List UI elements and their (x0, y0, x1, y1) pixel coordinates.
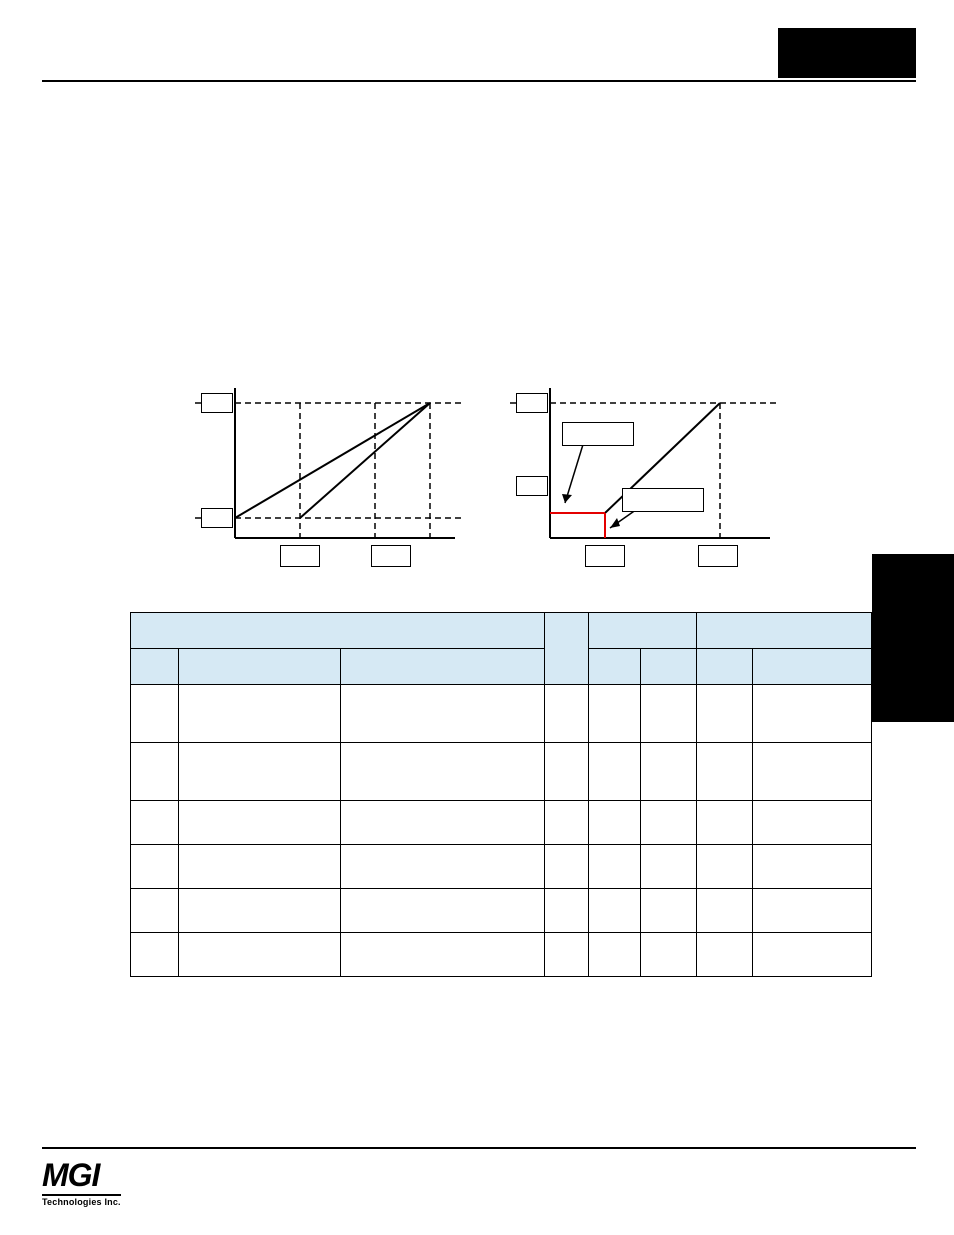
label-box-y-bottom (201, 508, 233, 528)
cell-min (589, 845, 641, 889)
cell-min (589, 933, 641, 977)
label-box-x1 (280, 545, 320, 567)
brand-logo-subtext: Technologies Inc. (42, 1194, 121, 1207)
cell-unit (545, 889, 589, 933)
th-parameter (131, 613, 545, 649)
cell-def (641, 845, 697, 889)
cell-max (697, 889, 753, 933)
cell-max (697, 685, 753, 743)
cell-set (753, 801, 872, 845)
cell-min (589, 743, 641, 801)
cell-no (131, 743, 179, 801)
cell-desc (341, 845, 545, 889)
table-row (131, 685, 872, 743)
table-row (131, 743, 872, 801)
cell-desc (341, 933, 545, 977)
callout-box-1 (562, 422, 634, 446)
cell-name (179, 889, 341, 933)
cell-name (179, 933, 341, 977)
th-range (589, 613, 697, 649)
th-name (179, 649, 341, 685)
cell-desc (341, 685, 545, 743)
callout-box-2 (622, 488, 704, 512)
cell-no (131, 685, 179, 743)
cell-unit (545, 801, 589, 845)
cell-desc (341, 889, 545, 933)
table-row (131, 933, 872, 977)
cell-min (589, 889, 641, 933)
diagram-left (195, 378, 465, 568)
th-min (589, 649, 641, 685)
label-box-y-mid-r (516, 476, 548, 496)
cell-set (753, 743, 872, 801)
th-desc (341, 649, 545, 685)
th-def (641, 649, 697, 685)
cell-def (641, 801, 697, 845)
cell-no (131, 801, 179, 845)
table-row (131, 889, 872, 933)
brand-logo: MGI Technologies Inc. (42, 1157, 121, 1207)
cell-unit (545, 743, 589, 801)
header-black-box (778, 28, 916, 78)
cell-no (131, 933, 179, 977)
cell-min (589, 801, 641, 845)
label-box-y-top (201, 393, 233, 413)
cell-max (697, 801, 753, 845)
cell-unit (545, 845, 589, 889)
cell-def (641, 685, 697, 743)
cell-min (589, 685, 641, 743)
cell-name (179, 685, 341, 743)
cell-unit (545, 685, 589, 743)
table-row (131, 801, 872, 845)
label-box-y-top-r (516, 393, 548, 413)
diagram-right (510, 378, 780, 568)
cell-max (697, 933, 753, 977)
th-setting (697, 613, 872, 649)
table-row (131, 845, 872, 889)
cell-unit (545, 933, 589, 977)
th-max (697, 649, 753, 685)
th-set (753, 649, 872, 685)
cell-desc (341, 801, 545, 845)
header-rule (42, 80, 916, 82)
cell-set (753, 933, 872, 977)
cell-no (131, 889, 179, 933)
footer-rule (42, 1147, 916, 1149)
cell-max (697, 743, 753, 801)
brand-logo-text: MGI (42, 1157, 121, 1194)
cell-desc (341, 743, 545, 801)
cell-set (753, 845, 872, 889)
cell-name (179, 801, 341, 845)
label-box-x2-r (698, 545, 738, 567)
cell-name (179, 743, 341, 801)
label-box-x1-r (585, 545, 625, 567)
cell-max (697, 845, 753, 889)
side-tab-black-box (872, 554, 954, 722)
cell-set (753, 685, 872, 743)
cell-name (179, 845, 341, 889)
cell-def (641, 743, 697, 801)
cell-set (753, 889, 872, 933)
cell-def (641, 933, 697, 977)
th-no (131, 649, 179, 685)
label-box-x2 (371, 545, 411, 567)
parameter-table (130, 612, 872, 977)
cell-no (131, 845, 179, 889)
th-unit (545, 613, 589, 685)
cell-def (641, 889, 697, 933)
